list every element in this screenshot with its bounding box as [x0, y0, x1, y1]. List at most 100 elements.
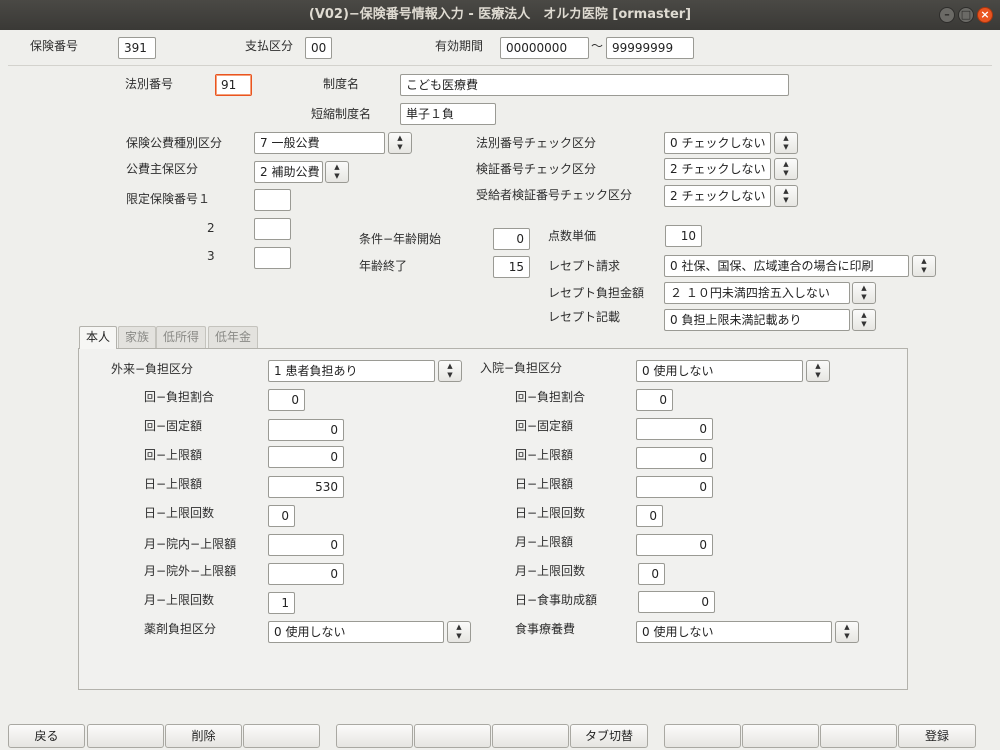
public-main-select[interactable]: 2 補助公費 — [254, 161, 323, 183]
receipt-burden-spinner[interactable]: ▲ ▼ — [852, 282, 876, 304]
inpatient-fixed-label: 回−固定額 — [515, 419, 574, 433]
tab-honnin[interactable]: 本人 — [79, 326, 118, 349]
outpatient-rate-label: 回−負担割合 — [144, 390, 215, 404]
inpatient-category-spinner[interactable]: ▲ ▼ — [806, 360, 830, 382]
inpatient-category-select[interactable]: 0 使用しない — [636, 360, 803, 382]
inpatient-month-count-field[interactable]: 0 — [638, 563, 665, 585]
public-type-select[interactable]: 7 一般公費 — [254, 132, 385, 154]
recipient-check-select[interactable]: 2 チェックしない — [664, 185, 771, 207]
short-name-field[interactable]: 単子１負 — [400, 103, 496, 125]
close-icon[interactable]: × — [977, 7, 993, 23]
public-type-label: 保険公費種別区分 — [126, 136, 223, 150]
outpatient-fixed-field[interactable]: 0 — [268, 419, 344, 441]
limited-2-label: 2 — [207, 221, 215, 235]
receipt-claim-select[interactable]: 0 社保、国保、広域連合の場合に印刷 — [664, 255, 909, 277]
public-main-label: 公費主保区分 — [126, 162, 199, 176]
short-name-label: 短縮制度名 — [311, 107, 372, 121]
limited-3-label: 3 — [207, 249, 215, 263]
tab-kazoku[interactable]: 家族 — [118, 326, 157, 348]
law-check-label: 法別番号チェック区分 — [476, 136, 597, 150]
inpatient-cap-label: 回−上限額 — [515, 448, 574, 462]
minimize-icon[interactable]: – — [939, 7, 955, 23]
inpatient-fixed-field[interactable]: 0 — [636, 418, 713, 440]
verify-check-select[interactable]: 2 チェックしない — [664, 158, 771, 180]
insurer-no-field[interactable]: 391 — [118, 37, 156, 59]
outpatient-month-in-field[interactable]: 0 — [268, 534, 344, 556]
verify-check-label: 検証番号チェック区分 — [476, 162, 597, 176]
payment-class-field[interactable]: 00 — [305, 37, 332, 59]
f9-button[interactable] — [664, 724, 741, 748]
receipt-note-select[interactable]: 0 負担上限未満記載あり — [664, 309, 850, 331]
f8-tab-switch-button[interactable]: タブ切替 — [570, 724, 648, 748]
outpatient-day-count-label: 日−上限回数 — [144, 506, 215, 520]
inpatient-day-cap-field[interactable]: 0 — [636, 476, 713, 498]
tab-teishotoku[interactable]: 低所得 — [156, 326, 207, 348]
inpatient-month-cap-label: 月−上限額 — [515, 535, 574, 549]
f6-button[interactable] — [414, 724, 491, 748]
recipient-check-spinner[interactable]: ▲ ▼ — [774, 185, 798, 207]
valid-to-field[interactable]: 99999999 — [606, 37, 694, 59]
f4-button[interactable] — [243, 724, 320, 748]
inpatient-rate-label: 回−負担割合 — [515, 390, 586, 404]
tab-teinenkin[interactable]: 低年金 — [208, 326, 259, 348]
inpatient-day-count-field[interactable]: 0 — [636, 505, 663, 527]
receipt-claim-label: レセプト請求 — [548, 259, 621, 273]
f3-delete-button[interactable]: 削除 — [165, 724, 242, 748]
receipt-burden-select[interactable]: ２ １０円未満四捨五入しない — [664, 282, 850, 304]
meal-cost-select[interactable]: 0 使用しない — [636, 621, 832, 643]
tilde-label: 〜 — [591, 39, 604, 53]
public-main-spinner[interactable]: ▲ ▼ — [325, 161, 349, 183]
point-unit-label: 点数単価 — [548, 229, 597, 243]
age-start-field[interactable]: 0 — [493, 228, 530, 250]
meal-aid-field[interactable]: 0 — [638, 591, 715, 613]
public-type-spinner[interactable]: ▲ ▼ — [388, 132, 412, 154]
inpatient-month-cap-field[interactable]: 0 — [636, 534, 713, 556]
meal-cost-spinner[interactable]: ▲ ▼ — [835, 621, 859, 643]
separator — [8, 65, 992, 66]
inpatient-day-cap-label: 日−上限額 — [515, 477, 574, 491]
outpatient-month-in-label: 月−院内−上限額 — [144, 537, 237, 551]
drug-burden-label: 薬剤負担区分 — [144, 622, 217, 636]
outpatient-day-cap-field[interactable]: 530 — [268, 476, 344, 498]
valid-from-field[interactable]: 00000000 — [500, 37, 589, 59]
limited-label: 限定保険番号１ — [126, 192, 211, 206]
valid-period-label: 有効期間 — [435, 39, 484, 53]
outpatient-day-count-field[interactable]: 0 — [268, 505, 295, 527]
outpatient-category-select[interactable]: 1 患者負担あり — [268, 360, 435, 382]
receipt-claim-spinner[interactable]: ▲ ▼ — [912, 255, 936, 277]
f7-button[interactable] — [492, 724, 569, 748]
receipt-note-spinner[interactable]: ▲ ▼ — [852, 309, 876, 331]
point-unit-field[interactable]: 10 — [665, 225, 702, 247]
drug-burden-spinner[interactable]: ▲ ▼ — [447, 621, 471, 643]
law-check-spinner[interactable]: ▲ ▼ — [774, 132, 798, 154]
limited-3-field[interactable] — [254, 247, 291, 269]
law-check-select[interactable]: 0 チェックしない — [664, 132, 771, 154]
f5-button[interactable] — [336, 724, 413, 748]
inpatient-cap-field[interactable]: 0 — [636, 447, 713, 469]
outpatient-category-label: 外来−負担区分 — [111, 362, 194, 376]
f1-back-button[interactable]: 戻る — [8, 724, 85, 748]
outpatient-month-out-field[interactable]: 0 — [268, 563, 344, 585]
verify-check-spinner[interactable]: ▲ ▼ — [774, 158, 798, 180]
outpatient-category-spinner[interactable]: ▲ ▼ — [438, 360, 462, 382]
outpatient-month-count-label: 月−上限回数 — [144, 593, 215, 607]
limited-1-field[interactable] — [254, 189, 291, 211]
outpatient-month-count-field[interactable]: 1 — [268, 592, 295, 614]
recipient-check-label: 受給者検証番号チェック区分 — [476, 188, 633, 202]
payment-class-label: 支払区分 — [245, 39, 294, 53]
outpatient-rate-field[interactable]: 0 — [268, 389, 305, 411]
f10-button[interactable] — [742, 724, 819, 748]
outpatient-cap-field[interactable]: 0 — [268, 446, 344, 468]
f12-register-button[interactable]: 登録 — [898, 724, 976, 748]
age-end-label: 年齢終了 — [359, 259, 408, 273]
system-name-field[interactable]: こども医療費 — [400, 74, 789, 96]
age-end-field[interactable]: 15 — [493, 256, 530, 278]
meal-cost-label: 食事療養費 — [515, 622, 576, 636]
limited-2-field[interactable] — [254, 218, 291, 240]
drug-burden-select[interactable]: 0 使用しない — [268, 621, 444, 643]
law-no-field[interactable]: 91 — [215, 74, 252, 96]
f11-button[interactable] — [820, 724, 897, 748]
maximize-icon[interactable]: □ — [958, 7, 974, 23]
f2-button[interactable] — [87, 724, 164, 748]
inpatient-rate-field[interactable]: 0 — [636, 389, 673, 411]
